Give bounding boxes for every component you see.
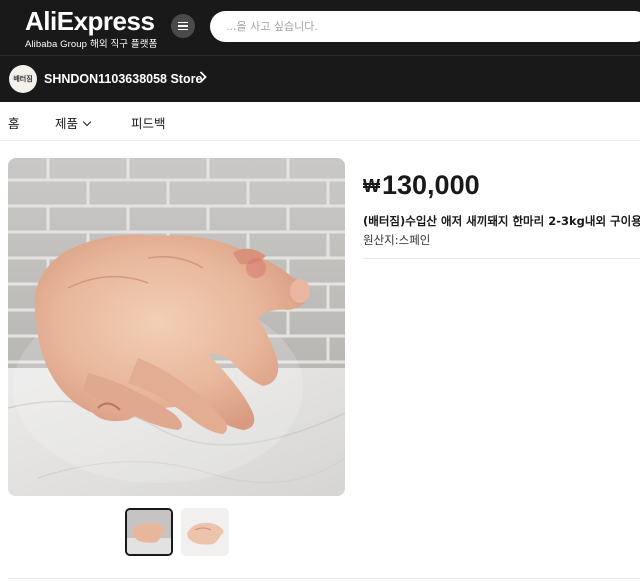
search-input[interactable] [210,11,640,42]
thumbnail-2-photo [181,508,229,556]
tab-feedback[interactable]: 피드백 [131,113,166,132]
thumbnail-1-photo [127,510,171,554]
store-name-link[interactable]: SHNDON1103638058 Store [44,72,202,86]
top-header: AliExpress Alibaba Group 해외 직구 플랫폼 [0,0,640,55]
search-bar[interactable] [210,11,640,42]
logo-tagline: Alibaba Group 해외 직구 플랫폼 [25,36,157,50]
suckling-pig-photo [8,158,345,496]
bottom-divider [8,578,640,579]
store-avatar[interactable]: 배터짐 [9,65,37,93]
hamburger-icon [178,22,188,30]
tab-home[interactable]: 홈 [8,113,20,132]
currency-symbol: ₩ [363,176,380,196]
chevron-down-icon [82,117,92,127]
thumbnail-2[interactable] [181,508,229,556]
product-title: (배터짐)수입산 애저 새끼돼지 한마리 2-3kg내외 구이용 [363,214,640,228]
logo-tagline-en: Alibaba Group [25,39,88,50]
thumbnail-1[interactable] [125,508,173,556]
tab-products-label: 제품 [55,116,79,131]
store-nav: 홈 제품 피드백 [0,102,640,141]
store-bar: 배터짐 SHNDON1103638058 Store [0,55,640,102]
chevron-right-icon[interactable] [199,71,207,86]
info-divider [363,258,640,259]
menu-button[interactable] [171,14,195,38]
tab-products[interactable]: 제품 [55,113,92,132]
aliexpress-logo[interactable]: AliExpress Alibaba Group 해외 직구 플랫폼 [25,7,157,50]
logo-tagline-kr: 해외 직구 플랫폼 [90,39,158,50]
product-origin: 원산지:스페인 [363,233,431,247]
logo-wordmark: AliExpress [25,6,155,36]
store-avatar-text: 배터짐 [13,75,33,83]
product-price: ₩130,000 [363,170,480,201]
chevron-right-svg [199,71,207,83]
price-value: 130,000 [382,170,480,200]
main-product-image[interactable] [8,158,345,496]
